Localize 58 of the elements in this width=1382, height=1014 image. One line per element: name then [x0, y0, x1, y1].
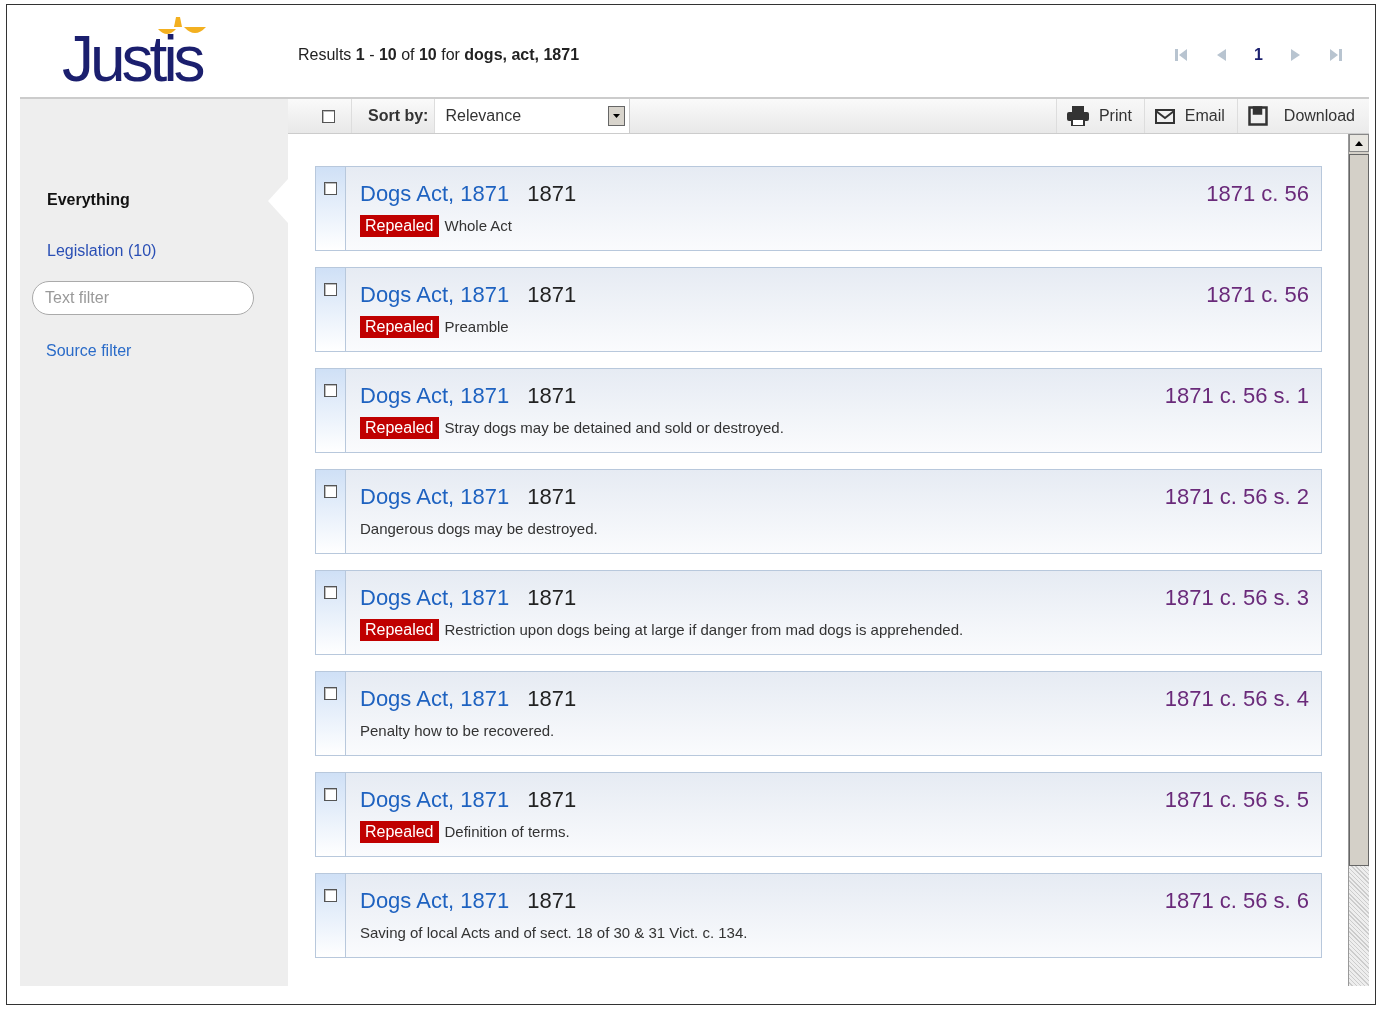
checkbox[interactable] [324, 586, 337, 599]
result-title-link[interactable]: Dogs Act, 1871 [360, 585, 510, 611]
status-badge: Repealed [360, 215, 439, 237]
result-description: Whole Act [444, 216, 513, 236]
result-title-link[interactable]: Dogs Act, 1871 [360, 888, 510, 914]
result-year: 1871 [527, 282, 577, 308]
scroll-thumb[interactable] [1349, 154, 1369, 866]
sort-dropdown[interactable]: Relevance [435, 99, 631, 133]
result-description: Restriction upon dogs being at large if danger from mad dogs is apprehended. [444, 620, 964, 640]
result-citation: 1871 c. 56 s. 2 [1164, 484, 1309, 510]
result-title-link[interactable]: Dogs Act, 1871 [360, 787, 510, 813]
result-citation: 1871 c. 56 [1206, 282, 1309, 308]
page-number[interactable]: 1 [1254, 46, 1263, 64]
status-badge: Repealed [360, 619, 439, 641]
caret-icon [613, 114, 621, 118]
result-description: Definition of terms. [444, 822, 570, 842]
result-citation: 1871 c. 56 s. 3 [1164, 585, 1309, 611]
status-badge: Repealed [360, 316, 439, 338]
checkbox[interactable] [324, 687, 337, 700]
result-citation: 1871 c. 56 s. 6 [1164, 888, 1309, 914]
scroll-up-icon[interactable] [1355, 140, 1363, 146]
scrollbar[interactable] [1348, 134, 1369, 986]
source-filter-link[interactable]: Source filter [46, 342, 132, 360]
result-title-link[interactable]: Dogs Act, 1871 [360, 282, 510, 308]
result-title-link[interactable]: Dogs Act, 1871 [360, 686, 510, 712]
result-year: 1871 [527, 383, 577, 409]
result-description: Dangerous dogs may be destroyed. [360, 519, 598, 539]
status-badge: Repealed [360, 821, 439, 843]
result-description: Saving of local Acts and of sect. 18 of 30 & 31 Vict. c. 134. [360, 923, 748, 943]
checkbox[interactable] [322, 109, 335, 123]
result-title-link[interactable]: Dogs Act, 1871 [360, 383, 510, 409]
checkbox[interactable] [324, 182, 337, 195]
checkbox[interactable] [324, 283, 337, 296]
checkbox[interactable] [324, 788, 337, 801]
result-title-link[interactable]: Dogs Act, 1871 [360, 484, 510, 510]
result-citation: 1871 c. 56 s. 4 [1164, 686, 1309, 712]
checkbox[interactable] [324, 889, 337, 902]
checkbox[interactable] [324, 384, 337, 397]
result-title-link[interactable]: Dogs Act, 1871 [360, 181, 510, 207]
text-filter-field[interactable]: Text filter [32, 281, 254, 315]
checkbox[interactable] [324, 485, 337, 498]
status-badge: Repealed [360, 417, 439, 439]
result-year: 1871 [527, 686, 577, 712]
result-year: 1871 [527, 585, 577, 611]
logo[interactable]: Justis [58, 27, 206, 91]
result-year: 1871 [527, 181, 577, 207]
result-citation: 1871 c. 56 [1206, 181, 1309, 207]
result-year: 1871 [527, 787, 577, 813]
sidebar-item[interactable]: Legislation (10) [20, 242, 184, 260]
result-description: Stray dogs may be detained and sold or destroyed. [444, 418, 784, 438]
result-description: Penalty how to be recovered. [360, 721, 555, 741]
result-citation: 1871 c. 56 s. 1 [1164, 383, 1309, 409]
result-citation: 1871 c. 56 s. 5 [1164, 787, 1309, 813]
sidebar-item[interactable]: Everything [20, 191, 157, 209]
results-summary: Results 1 - 10 of 10 for dogs, act, 1871 [298, 46, 580, 64]
result-description: Preamble [444, 317, 509, 337]
result-year: 1871 [527, 484, 577, 510]
result-year: 1871 [527, 888, 577, 914]
